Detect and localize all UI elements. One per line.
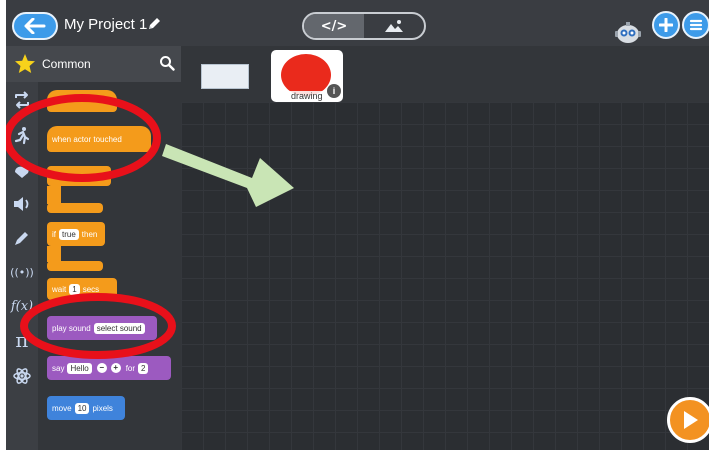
app-window: My Project 1 </> Common ((•)) f(x) π whe…: [6, 0, 709, 450]
annotation-overlay: [6, 94, 294, 359]
highlight-circle-when-touched: [6, 94, 161, 182]
highlight-circle-play-sound: [20, 293, 176, 359]
play-icon: [684, 411, 698, 429]
play-button[interactable]: [667, 397, 709, 443]
annotation-arrow: [162, 144, 294, 207]
